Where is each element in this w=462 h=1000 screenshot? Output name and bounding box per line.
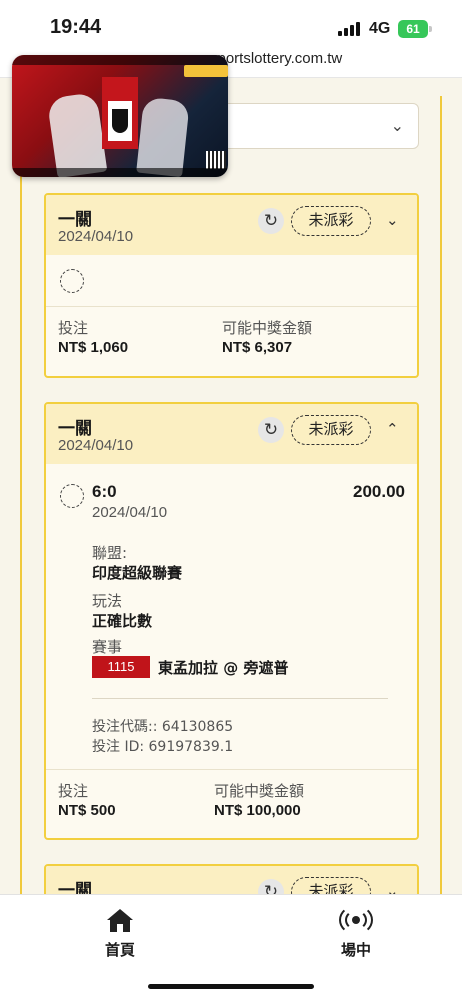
event-name[interactable]: 東孟加拉 @ 旁遮普 [158,657,288,678]
status-bar: 19:44 4G 61 [0,0,462,48]
selection-score: 6:0 [92,482,117,501]
pending-result-icon [60,484,84,508]
home-indicator[interactable] [148,984,314,989]
league-value: 印度超級聯賽 [92,564,183,582]
payout-label: 可能中獎金額 [214,782,305,800]
chevron-down-icon[interactable]: ⌄ [386,211,399,229]
payout-value: NT$ 6,307 [222,339,293,356]
battery-icon: 61 [398,20,428,38]
broadcaster-logo [184,65,228,77]
player-figure [136,96,190,177]
selection-row [46,255,417,307]
bet-type: 一關 [58,210,92,230]
bet-date: 2024/04/10 [58,437,134,454]
url-text: sportslottery.com.tw [210,50,343,67]
chevron-up-icon[interactable]: ⌃ [386,420,399,438]
player-figure [46,91,108,177]
status-badge: 未派彩 [291,415,371,445]
bet-card-header[interactable]: 一關 2024/04/10 ↻ 未派彩 ⌄ [46,195,417,255]
video-ticker [12,168,228,177]
divider [92,698,388,699]
bet-type: 一關 [58,419,92,439]
broadcast-icon [316,905,396,935]
bet-card-header[interactable]: 一關 2024/04/10 ↻ 未派彩 ⌃ [46,404,417,464]
video-pip[interactable] [12,55,228,177]
crest-mark [112,109,128,133]
refresh-icon[interactable]: ↻ [258,208,284,234]
bet-summary: 投注 NT$ 500 可能中獎金額 NT$ 100,000 [46,770,417,832]
stake-value: NT$ 1,060 [58,339,129,356]
play-value: 正確比數 [92,612,153,630]
video-ticker [12,55,228,65]
play-label: 玩法 [92,592,123,610]
selection-detail: 6:0 200.00 2024/04/10 聯盟: 印度超級聯賽 玩法 正確比數… [46,464,417,770]
selection-amount: 200.00 [353,482,405,501]
stake-label: 投注 [58,319,89,337]
event-number-badge: 1115 [92,656,150,678]
pending-result-icon [60,269,84,293]
bet-id: 投注 ID: 69197839.1 [92,739,234,755]
stake-value: NT$ 500 [58,802,116,819]
bet-date: 2024/04/10 [58,228,134,245]
event-label: 賽事 [92,638,123,656]
stake-label: 投注 [58,782,89,800]
clock: 19:44 [50,16,102,38]
home-icon [80,905,160,935]
payout-label: 可能中獎金額 [222,319,313,337]
battery-cap [429,26,432,32]
bet-summary: 投注 NT$ 1,060 可能中獎金額 NT$ 6,307 [46,307,417,369]
league-label: 聯盟: [92,544,128,562]
refresh-icon[interactable]: ↻ [258,417,284,443]
network-type: 4G [369,20,391,37]
tab-home-label: 首頁 [104,941,135,959]
chevron-down-icon: ⌄ [390,116,404,135]
qr-code [206,151,226,169]
selection-date: 2024/04/10 [92,504,168,521]
tab-live[interactable]: 場中 [316,905,396,960]
tab-home[interactable]: 首頁 [80,905,160,960]
status-badge: 未派彩 [291,206,371,236]
bet-code: 投注代碼:: 64130865 [92,719,234,735]
payout-value: NT$ 100,000 [214,802,301,819]
bet-card: 一關 2024/04/10 ↻ 未派彩 ⌃ 6:0 200.00 2024/04… [44,402,419,840]
bet-card: 一關 2024/04/10 ↻ 未派彩 ⌄ 投注 NT$ 1,060 可能中獎金… [44,193,419,378]
tab-live-label: 場中 [340,941,371,959]
signal-icon [338,22,362,36]
